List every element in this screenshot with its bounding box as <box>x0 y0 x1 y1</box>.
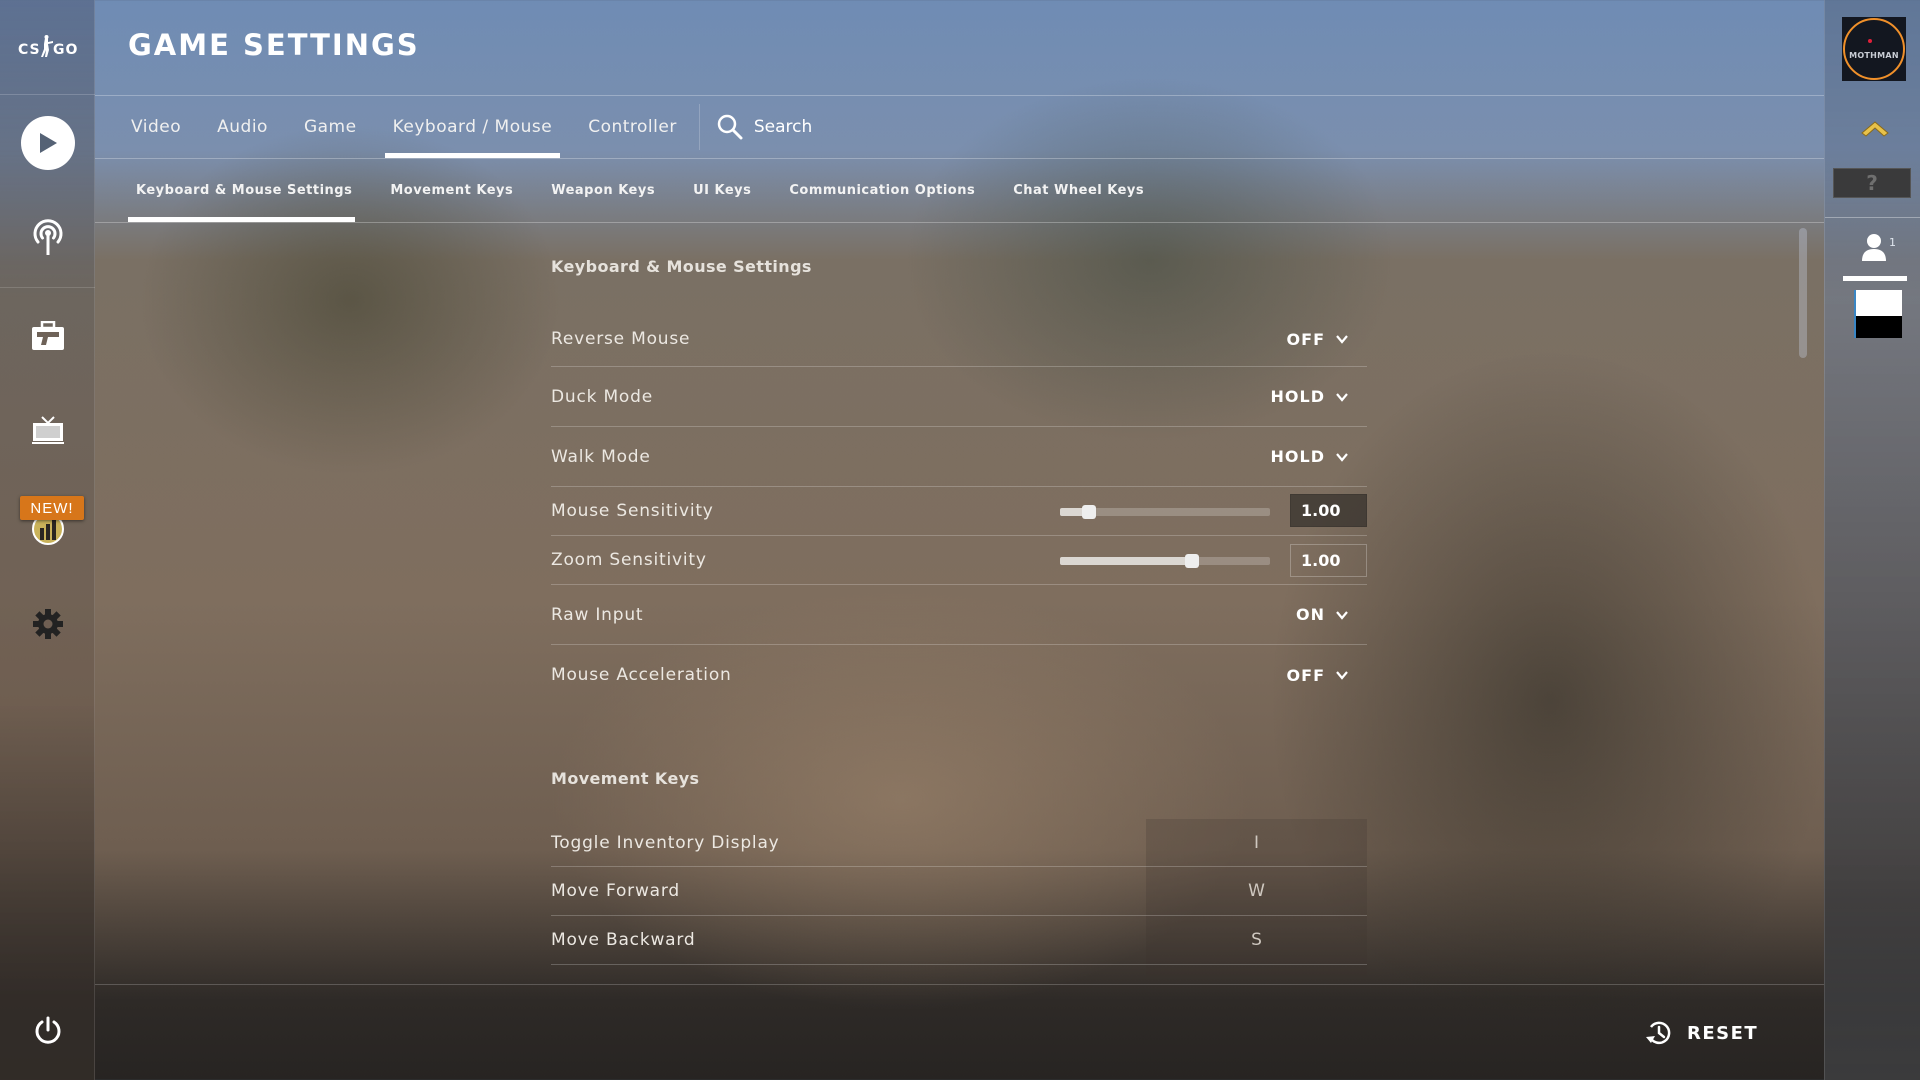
chevron-down-icon <box>1336 452 1348 462</box>
reverse-mouse-dropdown[interactable]: OFF <box>1287 330 1367 349</box>
tab-audio[interactable]: Audio <box>209 95 276 158</box>
mouse-sensitivity-slider[interactable] <box>1060 505 1270 519</box>
subtab-communication-options[interactable]: Communication Options <box>789 158 975 222</box>
subtab-ui-keys[interactable]: UI Keys <box>693 158 751 222</box>
setting-row-mouse-acceleration: Mouse Acceleration OFF <box>551 645 1367 705</box>
mouse-acceleration-dropdown[interactable]: OFF <box>1287 666 1367 685</box>
subtabs-divider <box>95 222 1824 223</box>
sidebar-item-play[interactable] <box>0 113 95 173</box>
setting-row-raw-input: Raw Input ON <box>551 585 1367 645</box>
keybind-row: Move Backward S <box>551 916 1367 965</box>
keybind-value[interactable]: S <box>1146 930 1367 950</box>
avatar-top <box>1856 290 1902 316</box>
sub-tabs: Keyboard & Mouse Settings Movement Keys … <box>127 158 1182 222</box>
section-title-keyboard-mouse: Keyboard & Mouse Settings <box>551 257 812 276</box>
sidebar-item-watch[interactable] <box>0 401 95 461</box>
setting-row-zoom-sensitivity: Zoom Sensitivity 1.00 <box>551 536 1367 585</box>
walk-mode-dropdown[interactable]: HOLD <box>1271 447 1367 466</box>
avatar-bottom <box>1856 316 1902 338</box>
slider-thumb[interactable] <box>1082 505 1097 519</box>
keybind-value[interactable]: W <box>1146 881 1367 901</box>
dropdown-value: OFF <box>1286 329 1325 349</box>
subtab-chat-wheel-keys[interactable]: Chat Wheel Keys <box>1013 158 1144 222</box>
left-sidebar: CS GO NEW! <box>0 0 95 1080</box>
footer-divider <box>95 984 1824 985</box>
keybind-value[interactable]: I <box>1146 833 1367 853</box>
zoom-sensitivity-input[interactable]: 1.00 <box>1290 544 1367 577</box>
sidebar-divider <box>0 287 95 288</box>
chevron-down-icon <box>1336 335 1348 344</box>
svg-text:CS: CS <box>18 42 41 58</box>
friend-count: 1 <box>1889 236 1896 249</box>
sidebar-item-settings[interactable] <box>0 594 95 654</box>
svg-text:GO: GO <box>53 42 78 58</box>
lobby-member-avatar[interactable] <box>1854 290 1902 338</box>
sidebar-item-broadcast[interactable] <box>0 208 95 268</box>
chevron-down-icon <box>1336 671 1348 680</box>
setting-row-reverse-mouse: Reverse Mouse OFF <box>551 312 1367 367</box>
power-icon <box>35 1016 60 1044</box>
subtab-movement-keys[interactable]: Movement Keys <box>390 158 513 222</box>
keybind-row: Toggle Inventory Display I <box>551 819 1367 867</box>
new-badge: NEW! <box>20 496 84 520</box>
duck-mode-dropdown[interactable]: HOLD <box>1271 387 1367 406</box>
subtab-weapon-keys[interactable]: Weapon Keys <box>551 158 655 222</box>
dropdown-value: OFF <box>1286 665 1325 685</box>
chevron-down-icon <box>1336 392 1348 402</box>
right-sidebar-divider <box>1825 217 1920 218</box>
right-sidebar: MOTHMAN ? 1 <box>1824 0 1920 1080</box>
rank-chevron-icon <box>1861 121 1889 137</box>
avatar-level-ring: MOTHMAN <box>1843 18 1905 80</box>
mouse-sensitivity-input[interactable]: 1.00 <box>1290 494 1367 527</box>
tab-separator <box>698 103 700 150</box>
gear-icon <box>32 609 63 639</box>
main-tabs: Video Audio Game Keyboard / Mouse Contro… <box>95 95 812 158</box>
search-tab[interactable]: Search <box>716 113 812 141</box>
setting-label: Duck Mode <box>551 386 653 407</box>
section-title-movement-keys: Movement Keys <box>551 769 700 788</box>
help-button[interactable]: ? <box>1833 168 1911 198</box>
avatar-name: MOTHMAN <box>1849 50 1899 60</box>
chevron-down-icon <box>1336 610 1348 620</box>
csgo-logo[interactable]: CS GO <box>0 0 95 95</box>
friends-icon[interactable] <box>1861 232 1887 262</box>
setting-row-walk-mode: Walk Mode HOLD <box>551 427 1367 487</box>
tab-keyboard-mouse[interactable]: Keyboard / Mouse <box>384 95 561 158</box>
setting-row-duck-mode: Duck Mode HOLD <box>551 367 1367 427</box>
keybind-row: Move Forward W <box>551 867 1367 916</box>
reset-label: RESET <box>1687 1022 1759 1044</box>
csgo-logo-icon: CS GO <box>18 35 78 58</box>
setting-label: Reverse Mouse <box>551 329 691 349</box>
search-icon <box>717 114 743 139</box>
dropdown-value: ON <box>1296 605 1325 624</box>
raw-input-dropdown[interactable]: ON <box>1296 605 1367 624</box>
setting-label: Mouse Acceleration <box>551 665 732 685</box>
scrollbar[interactable] <box>1799 228 1807 358</box>
broadcast-icon <box>33 219 62 255</box>
slider-thumb[interactable] <box>1185 554 1200 568</box>
reset-button[interactable]: RESET <box>1645 1019 1758 1047</box>
player-avatar[interactable]: MOTHMAN <box>1842 17 1906 81</box>
subtab-keyboard-mouse-settings[interactable]: Keyboard & Mouse Settings <box>127 158 356 222</box>
zoom-sensitivity-slider[interactable] <box>1060 554 1270 568</box>
friends-indicator <box>1843 276 1907 281</box>
briefcase-gun-icon <box>31 321 64 350</box>
power-button[interactable] <box>0 1001 95 1061</box>
page-title: GAME SETTINGS <box>128 28 420 62</box>
play-icon <box>20 116 75 170</box>
setting-label: Raw Input <box>551 604 644 625</box>
search-label: Search <box>753 116 813 137</box>
tab-video[interactable]: Video <box>128 95 189 158</box>
setting-label: Walk Mode <box>551 446 651 467</box>
dropdown-value: HOLD <box>1270 447 1325 466</box>
sidebar-item-inventory[interactable] <box>0 306 95 366</box>
tab-game[interactable]: Game <box>296 95 365 158</box>
tv-icon <box>31 416 64 444</box>
avatar-dot <box>1868 38 1872 43</box>
slider-fill <box>1060 557 1193 565</box>
tab-controller[interactable]: Controller <box>580 95 685 158</box>
dropdown-value: HOLD <box>1270 387 1325 406</box>
setting-row-mouse-sensitivity: Mouse Sensitivity 1.00 <box>551 487 1367 536</box>
history-reset-icon <box>1646 1021 1671 1045</box>
